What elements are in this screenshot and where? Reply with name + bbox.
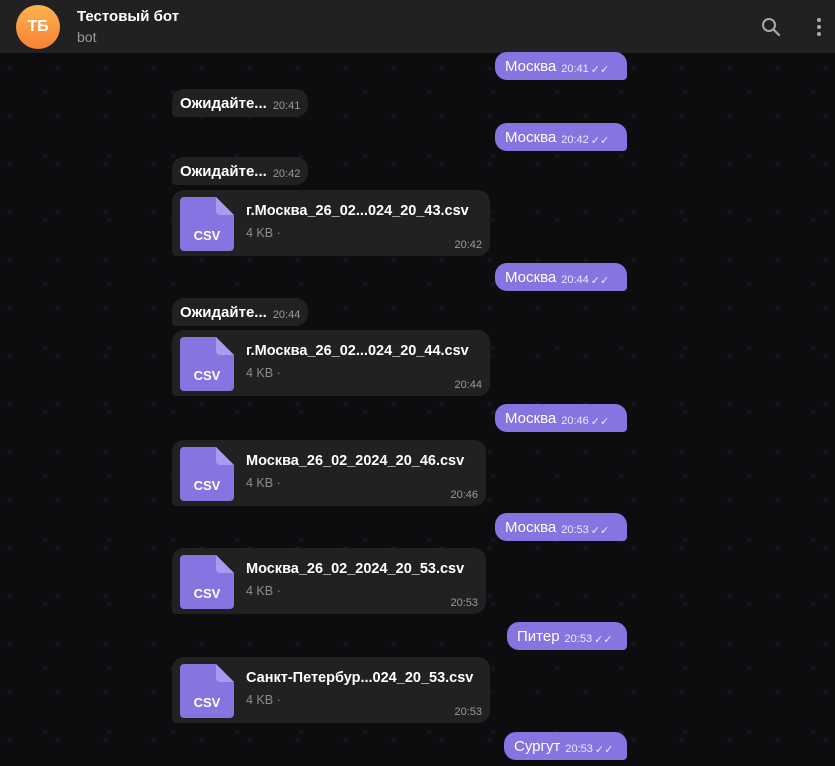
incoming-message[interactable]: Ожидайте... 20:41 bbox=[172, 89, 308, 117]
read-check-icon: ✓✓ bbox=[590, 415, 610, 428]
message-time: 20:53 ✓✓ bbox=[561, 524, 610, 537]
file-size: 4 KB · bbox=[246, 226, 281, 240]
file-name: Москва_26_02_2024_20_53.csv bbox=[246, 561, 465, 577]
outgoing-message[interactable]: Москва 20:46 ✓✓ bbox=[495, 404, 627, 432]
file-name: Москва_26_02_2024_20_46.csv bbox=[246, 453, 465, 469]
message-time: 20:53 bbox=[454, 706, 482, 718]
file-message[interactable]: CSV Москва_26_02_2024_20_46.csv 4 KB · 2… bbox=[172, 440, 486, 506]
file-name: г.Москва_26_02...024_20_44.csv bbox=[246, 343, 469, 359]
incoming-message[interactable]: Ожидайте... 20:44 bbox=[172, 298, 308, 326]
message-text: Питер bbox=[517, 627, 560, 645]
message-text: Москва bbox=[505, 409, 557, 427]
file-message[interactable]: CSV г.Москва_26_02...024_20_43.csv 4 KB … bbox=[172, 190, 490, 256]
message-time: 20:42 bbox=[272, 168, 301, 180]
search-icon[interactable] bbox=[758, 14, 784, 40]
message-time: 20:42 ✓✓ bbox=[561, 134, 610, 147]
message-time: 20:53 bbox=[450, 597, 478, 609]
svg-text:CSV: CSV bbox=[194, 586, 221, 601]
message-text: Москва bbox=[505, 268, 557, 286]
chat-subtitle: bot bbox=[77, 29, 97, 45]
file-name: г.Москва_26_02...024_20_43.csv bbox=[246, 203, 469, 219]
chat-header[interactable]: ТБ Тестовый бот bot bbox=[0, 0, 835, 54]
svg-text:CSV: CSV bbox=[194, 478, 221, 493]
csv-file-icon[interactable]: CSV bbox=[180, 664, 234, 718]
file-size: 4 KB · bbox=[246, 366, 281, 380]
file-name: Санкт-Петербур...024_20_53.csv bbox=[246, 670, 474, 686]
csv-file-icon[interactable]: CSV bbox=[180, 447, 234, 501]
svg-text:CSV: CSV bbox=[194, 695, 221, 710]
message-text: Москва bbox=[505, 518, 557, 536]
message-text: Ожидайте... bbox=[180, 303, 267, 321]
message-text: Ожидайте... bbox=[180, 162, 267, 180]
message-time: 20:46 bbox=[450, 489, 478, 501]
outgoing-message[interactable]: Москва 20:42 ✓✓ bbox=[495, 123, 627, 151]
read-check-icon: ✓✓ bbox=[590, 134, 610, 147]
csv-file-icon[interactable]: CSV bbox=[180, 197, 234, 251]
message-text: Москва bbox=[505, 57, 557, 75]
message-time: 20:53 ✓✓ bbox=[565, 743, 614, 756]
svg-text:CSV: CSV bbox=[194, 228, 221, 243]
outgoing-message[interactable]: Москва 20:53 ✓✓ bbox=[495, 513, 627, 541]
read-check-icon: ✓✓ bbox=[594, 743, 614, 756]
message-time: 20:46 ✓✓ bbox=[561, 415, 610, 428]
read-check-icon: ✓✓ bbox=[590, 274, 610, 287]
outgoing-message[interactable]: Москва 20:44 ✓✓ bbox=[495, 263, 627, 291]
outgoing-message[interactable]: Питер 20:53 ✓✓ bbox=[507, 622, 627, 650]
more-vertical-icon[interactable] bbox=[806, 14, 832, 40]
message-time: 20:44 bbox=[454, 379, 482, 391]
message-time: 20:41 ✓✓ bbox=[561, 63, 610, 76]
chat-title[interactable]: Тестовый бот bbox=[77, 8, 179, 25]
file-message[interactable]: CSV Санкт-Петербур...024_20_53.csv 4 KB … bbox=[172, 657, 490, 723]
message-time: 20:44 bbox=[272, 309, 301, 321]
file-size: 4 KB · bbox=[246, 476, 281, 490]
read-check-icon: ✓✓ bbox=[590, 63, 610, 76]
outgoing-message[interactable]: Сургут 20:53 ✓✓ bbox=[504, 732, 627, 760]
file-size: 4 KB · bbox=[246, 693, 281, 707]
message-text: Ожидайте... bbox=[180, 94, 267, 112]
file-size: 4 KB · bbox=[246, 584, 281, 598]
incoming-message[interactable]: Ожидайте... 20:42 bbox=[172, 157, 308, 185]
avatar[interactable]: ТБ bbox=[16, 5, 60, 49]
message-time: 20:53 ✓✓ bbox=[564, 633, 613, 646]
csv-file-icon[interactable]: CSV bbox=[180, 337, 234, 391]
read-check-icon: ✓✓ bbox=[590, 524, 610, 537]
outgoing-message[interactable]: Москва 20:41 ✓✓ bbox=[495, 52, 627, 80]
svg-text:CSV: CSV bbox=[194, 368, 221, 383]
message-time: 20:44 ✓✓ bbox=[561, 274, 610, 287]
message-text: Москва bbox=[505, 128, 557, 146]
file-message[interactable]: CSV Москва_26_02_2024_20_53.csv 4 KB · 2… bbox=[172, 548, 486, 614]
file-message[interactable]: CSV г.Москва_26_02...024_20_44.csv 4 KB … bbox=[172, 330, 490, 396]
message-time: 20:41 bbox=[272, 100, 301, 112]
message-text: Сургут bbox=[514, 737, 561, 755]
message-time: 20:42 bbox=[454, 239, 482, 251]
read-check-icon: ✓✓ bbox=[594, 633, 613, 646]
csv-file-icon[interactable]: CSV bbox=[180, 555, 234, 609]
